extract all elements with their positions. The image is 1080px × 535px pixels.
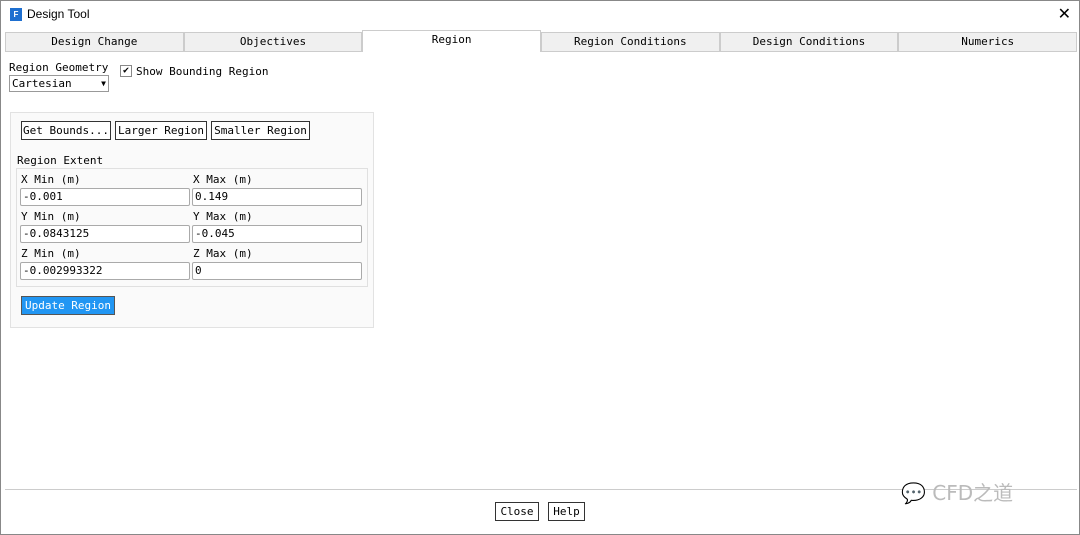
help-button[interactable]: Help	[548, 502, 585, 521]
watermark-text: CFD之道	[932, 481, 1014, 505]
watermark: 💬 CFD之道	[901, 477, 1013, 506]
tab-numerics[interactable]: Numerics	[898, 32, 1078, 52]
ymax-label: Y Max (m)	[193, 210, 253, 223]
ymin-label: Y Min (m)	[21, 210, 81, 223]
xmax-label: X Max (m)	[193, 173, 253, 186]
get-bounds-button[interactable]: Get Bounds...	[21, 121, 111, 140]
tab-objectives[interactable]: Objectives	[183, 32, 363, 52]
xmin-label: X Min (m)	[21, 173, 81, 186]
region-extent-label: Region Extent	[17, 154, 104, 167]
zmin-input[interactable]: -0.002993322	[20, 262, 190, 280]
window-title: Design Tool	[27, 7, 90, 21]
chevron-down-icon: ▼	[101, 79, 106, 88]
zmax-input[interactable]: 0	[192, 262, 362, 280]
update-region-button[interactable]: Update Region	[21, 296, 115, 315]
larger-region-button[interactable]: Larger Region	[115, 121, 207, 140]
tab-bar: Design Change Objectives Region Region C…	[5, 30, 1078, 52]
close-icon[interactable]: ✕	[1058, 4, 1071, 24]
tab-design-conditions[interactable]: Design Conditions	[719, 32, 899, 52]
region-geometry-value: Cartesian	[12, 77, 72, 90]
wechat-icon: 💬	[901, 481, 926, 505]
xmax-input[interactable]: 0.149	[192, 188, 362, 206]
ymin-input[interactable]: -0.0843125	[20, 225, 190, 243]
region-geometry-label: Region Geometry	[9, 61, 109, 74]
design-tool-window: F Design Tool ✕ Design Change Objectives…	[0, 0, 1080, 535]
close-button[interactable]: Close	[495, 502, 539, 521]
zmin-label: Z Min (m)	[21, 247, 81, 260]
xmin-input[interactable]: -0.001	[20, 188, 190, 206]
tab-region[interactable]: Region	[362, 30, 542, 52]
tab-design-change[interactable]: Design Change	[5, 32, 184, 52]
smaller-region-button[interactable]: Smaller Region	[211, 121, 310, 140]
ymax-input[interactable]: -0.045	[192, 225, 362, 243]
tab-region-conditions[interactable]: Region Conditions	[541, 32, 720, 52]
title-bar: F Design Tool ✕	[1, 1, 1079, 29]
zmax-label: Z Max (m)	[193, 247, 253, 260]
show-bounding-label: Show Bounding Region	[136, 65, 269, 78]
show-bounding-checkbox[interactable]: ✔	[120, 65, 132, 77]
region-geometry-select[interactable]: Cartesian ▼	[9, 75, 109, 92]
app-icon: F	[10, 8, 22, 21]
